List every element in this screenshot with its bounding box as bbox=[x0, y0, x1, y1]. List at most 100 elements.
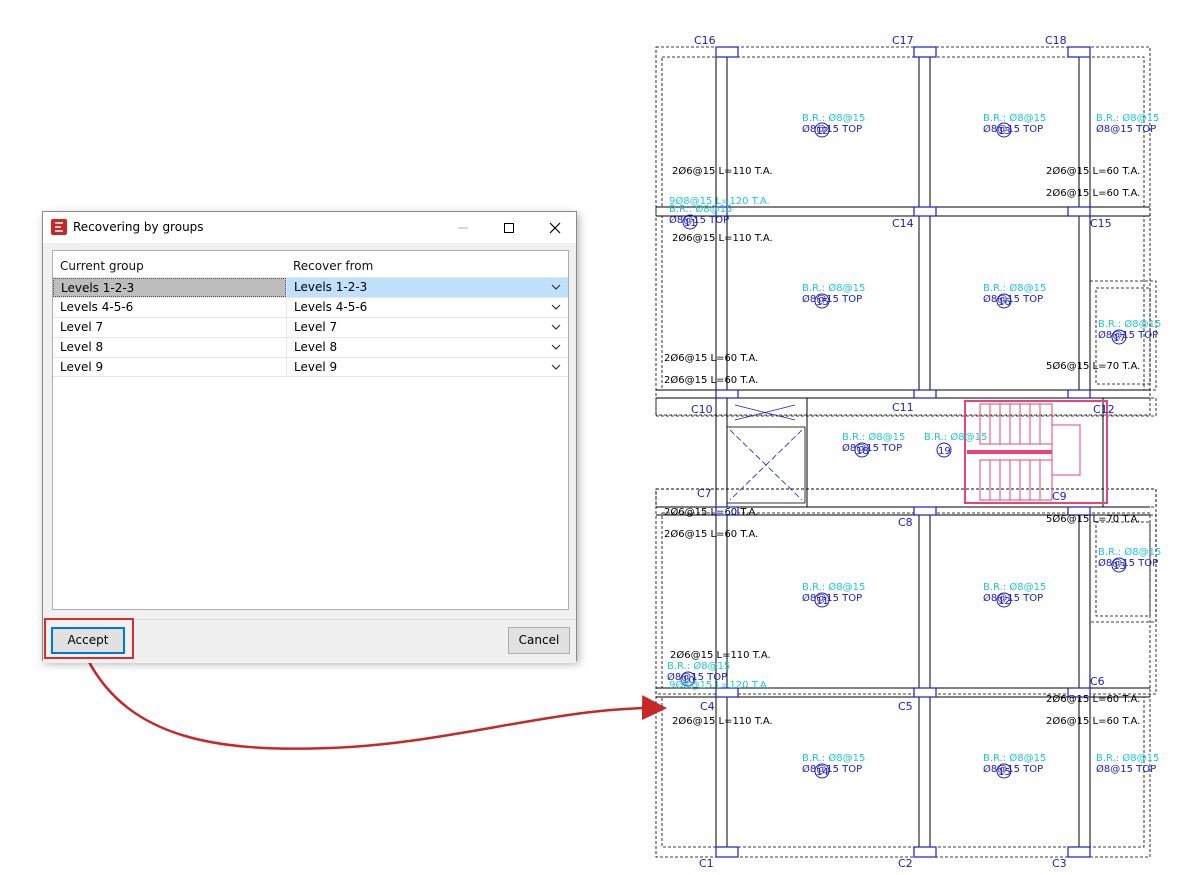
svg-text:19: 19 bbox=[938, 446, 951, 457]
column-label: C6 bbox=[1090, 675, 1105, 688]
grid-header: Current group Recover from bbox=[53, 251, 568, 277]
rebar-label: 2Ø6@15 L=110 T.A. bbox=[672, 715, 773, 727]
chevron-down-icon[interactable] bbox=[551, 322, 561, 332]
slab-label-group: B.R.: Ø8@15 Ø8@15 TOP 11 bbox=[802, 581, 865, 608]
rebar-label: 5Ø6@15 L=70 T.A. bbox=[1046, 360, 1140, 372]
column-label: C14 bbox=[892, 217, 914, 230]
table-row[interactable]: Level 8 Level 8 bbox=[53, 337, 568, 357]
table-row[interactable]: Levels 1-2-3 Levels 1-2-3 bbox=[53, 277, 568, 297]
svg-text:B.R.: Ø8@15: B.R.: Ø8@15 bbox=[983, 282, 1046, 294]
svg-text:18: 18 bbox=[856, 446, 869, 457]
recover-from-value: Levels 4-5-6 bbox=[294, 300, 368, 314]
svg-text:11: 11 bbox=[684, 218, 697, 229]
svg-text:15: 15 bbox=[998, 767, 1011, 778]
rebar-label: 2Ø6@15 L=110 T.A. bbox=[670, 649, 771, 661]
rebar-label: 2Ø6@15 L=60 T.A. bbox=[1046, 165, 1140, 177]
svg-text:Ø8@15 TOP: Ø8@15 TOP bbox=[802, 592, 862, 604]
minimize-icon bbox=[458, 227, 468, 229]
accept-highlight-box bbox=[44, 618, 134, 659]
recover-from-value: Levels 1-2-3 bbox=[294, 280, 368, 294]
chevron-down-icon[interactable] bbox=[551, 302, 561, 312]
rebar-label: 9Ø8@15 L=120 T.A. bbox=[669, 679, 770, 691]
slab-label-group: B.R.: Ø8@15 Ø8@15 TOP bbox=[1096, 752, 1159, 775]
maximize-icon bbox=[504, 223, 514, 233]
svg-text:13: 13 bbox=[998, 126, 1011, 137]
svg-text:Ø8@15 TOP: Ø8@15 TOP bbox=[1096, 123, 1156, 135]
svg-text:B.R.: Ø8@15: B.R.: Ø8@15 bbox=[802, 752, 865, 764]
svg-text:11: 11 bbox=[816, 596, 829, 607]
rebar-label: 2Ø6@15 L=110 T.A. bbox=[672, 232, 773, 244]
svg-text:B.R.: Ø8@15: B.R.: Ø8@15 bbox=[983, 752, 1046, 764]
slab-label-group: B.R.: Ø8@15 Ø8@15 TOP 12 bbox=[802, 112, 865, 138]
column-label: C5 bbox=[898, 700, 913, 713]
slab-label-group: B.R.: Ø8@15 Ø8@15 TOP 17 bbox=[1098, 318, 1161, 345]
column-label: C17 bbox=[892, 34, 914, 47]
annotation-arrow bbox=[86, 659, 667, 750]
column-label: C10 bbox=[691, 403, 713, 416]
close-icon bbox=[549, 222, 561, 234]
svg-text:12: 12 bbox=[998, 596, 1011, 607]
svg-text:Ø8@15 TOP: Ø8@15 TOP bbox=[983, 763, 1043, 775]
current-group-cell: Levels 1-2-3 bbox=[53, 278, 286, 297]
column-label: C15 bbox=[1090, 217, 1112, 230]
recover-from-value: Level 7 bbox=[294, 320, 338, 334]
table-row[interactable]: Level 7 Level 7 bbox=[53, 317, 568, 337]
recover-from-select[interactable]: Levels 1-2-3 bbox=[286, 278, 568, 297]
svg-text:Ø8@15 TOP: Ø8@15 TOP bbox=[669, 214, 729, 226]
svg-text:14: 14 bbox=[816, 767, 829, 778]
rebar-label: 5Ø6@15 L=70 T.A. bbox=[1046, 513, 1140, 525]
dialog-title: Recovering by groups bbox=[73, 220, 204, 234]
maximize-button[interactable] bbox=[486, 212, 532, 243]
slab-label-group: B.R.: Ø8@15 Ø8@15 TOP 15 bbox=[983, 752, 1046, 779]
svg-text:Ø8@15 TOP: Ø8@15 TOP bbox=[802, 763, 862, 775]
chevron-down-icon[interactable] bbox=[551, 342, 561, 352]
column-label: C1 bbox=[699, 857, 714, 870]
recover-from-select[interactable]: Level 7 bbox=[286, 318, 568, 337]
horizontal-beams bbox=[656, 206, 1150, 698]
groups-grid: Current group Recover from Levels 1-2-3 … bbox=[52, 250, 569, 610]
svg-text:B.R.: Ø8@15: B.R.: Ø8@15 bbox=[983, 581, 1046, 593]
recover-from-select[interactable]: Levels 4-5-6 bbox=[286, 298, 568, 317]
recover-from-select[interactable]: Level 9 bbox=[286, 358, 568, 377]
svg-text:B.R.: Ø8@15: B.R.: Ø8@15 bbox=[667, 660, 730, 672]
svg-text:B.R.: Ø8@15: B.R.: Ø8@15 bbox=[1096, 112, 1159, 124]
svg-text:16: 16 bbox=[998, 297, 1011, 308]
rebar-label: 2Ø6@15 L=60 T.A. bbox=[664, 506, 758, 518]
svg-text:B.R.: Ø8@15: B.R.: Ø8@15 bbox=[1098, 546, 1161, 558]
svg-text:17: 17 bbox=[1113, 333, 1126, 344]
current-group-cell: Level 9 bbox=[60, 360, 104, 374]
slab-label-group: B.R.: Ø8@15 Ø8@15 TOP bbox=[1096, 112, 1159, 135]
cancel-button[interactable]: Cancel bbox=[508, 627, 570, 654]
svg-text:13: 13 bbox=[1113, 561, 1126, 572]
chevron-down-icon[interactable] bbox=[551, 282, 561, 292]
table-row[interactable]: Levels 4-5-6 Levels 4-5-6 bbox=[53, 297, 568, 317]
title-bar[interactable]: Recovering by groups bbox=[43, 212, 576, 243]
svg-text:B.R.: Ø8@15: B.R.: Ø8@15 bbox=[802, 581, 865, 593]
slab-label-group: B.R.: Ø8@15 Ø8@15 TOP 16 bbox=[983, 282, 1046, 309]
column-label: C18 bbox=[1045, 34, 1067, 47]
slab-label-group: B.R.: Ø8@15 Ø8@15 TOP 13 bbox=[1098, 546, 1161, 573]
svg-text:B.R.: Ø8@15: B.R.: Ø8@15 bbox=[802, 282, 865, 294]
chevron-down-icon[interactable] bbox=[551, 362, 561, 372]
recover-from-select[interactable]: Level 8 bbox=[286, 338, 568, 357]
current-group-cell: Level 8 bbox=[60, 340, 104, 354]
column-label: C2 bbox=[898, 857, 913, 870]
close-button[interactable] bbox=[532, 212, 578, 243]
svg-text:Ø8@15 TOP: Ø8@15 TOP bbox=[983, 592, 1043, 604]
table-row[interactable]: Level 9 Level 9 bbox=[53, 357, 568, 377]
svg-text:B.R.: Ø8@15: B.R.: Ø8@15 bbox=[802, 112, 865, 124]
svg-text:Ø8@15 TOP: Ø8@15 TOP bbox=[983, 123, 1043, 135]
slab-label-group: B.R.: Ø8@15 Ø8@15 TOP 14 bbox=[802, 752, 865, 779]
column-header-current[interactable]: Current group bbox=[60, 259, 144, 273]
svg-text:B.R.: Ø8@15: B.R.: Ø8@15 bbox=[1098, 318, 1161, 330]
minimize-button[interactable] bbox=[440, 212, 486, 243]
svg-text:Ø8@15 TOP: Ø8@15 TOP bbox=[802, 293, 862, 305]
column-header-recover[interactable]: Recover from bbox=[293, 259, 373, 273]
rebar-label: 2Ø6@15 L=60 T.A. bbox=[1046, 715, 1140, 727]
rebar-label: 2Ø6@15 L=60 T.A. bbox=[1046, 187, 1140, 199]
svg-text:Ø8@15 TOP: Ø8@15 TOP bbox=[1096, 763, 1156, 775]
column-label: C16 bbox=[694, 34, 716, 47]
recover-from-value: Level 8 bbox=[294, 340, 338, 354]
column-label: C4 bbox=[700, 700, 715, 713]
slab-label-group: B.R.: Ø8@15 Ø8@15 TOP 13 bbox=[983, 112, 1046, 138]
